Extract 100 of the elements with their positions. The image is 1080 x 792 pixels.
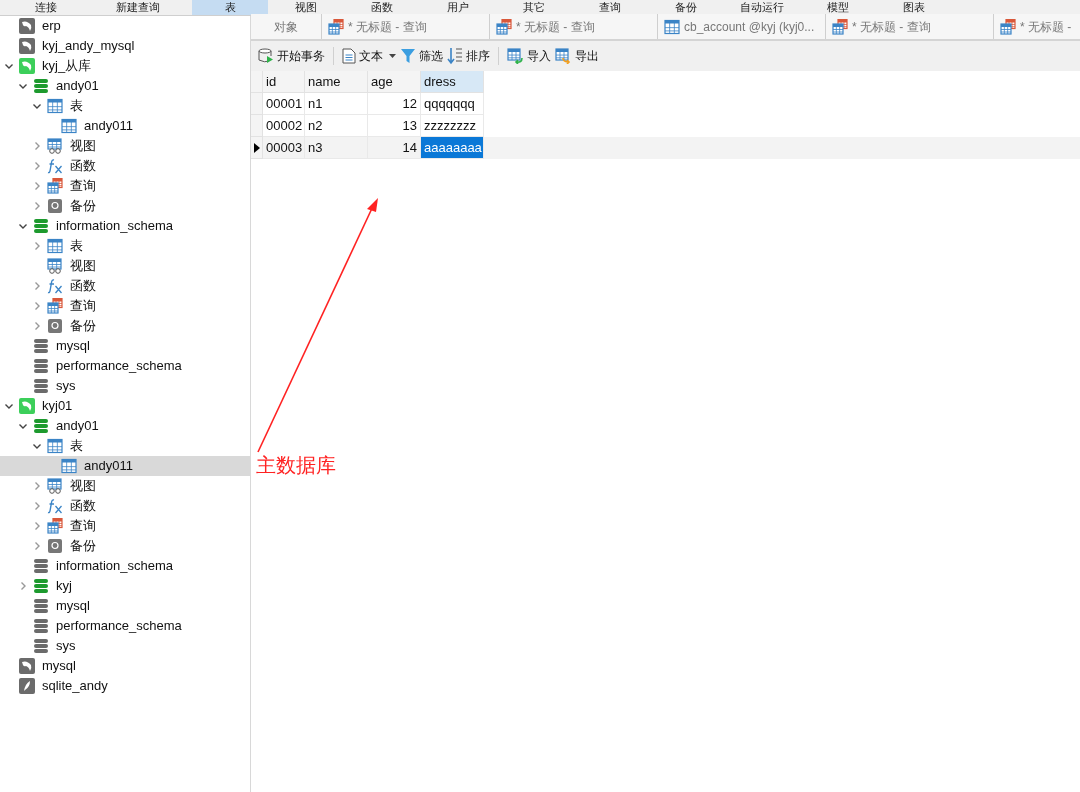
menu-tab[interactable]: 表	[192, 0, 268, 15]
chevron-down-icon[interactable]	[32, 441, 42, 451]
row-header-cell[interactable]	[251, 115, 263, 137]
view-icon	[47, 138, 63, 154]
toolbar-button[interactable]: 排序	[446, 45, 491, 67]
tree-item[interactable]: sys	[0, 376, 250, 396]
tree-item[interactable]: andy01	[0, 76, 250, 96]
backup-icon	[47, 198, 63, 214]
chevron-right-icon[interactable]	[32, 281, 42, 291]
tree-item[interactable]: andy011	[0, 116, 250, 136]
chevron-right-icon[interactable]	[32, 141, 42, 151]
tree-item[interactable]: andy01	[0, 416, 250, 436]
tree-item[interactable]: kyj_andy_mysql	[0, 36, 250, 56]
document-tab[interactable]: * 无标题 - 查询	[825, 14, 993, 39]
tree-item[interactable]: 视图	[0, 256, 250, 276]
document-tab[interactable]: 对象	[251, 14, 321, 39]
tree-item[interactable]: information_schema	[0, 556, 250, 576]
tree-item[interactable]: sqlite_andy	[0, 676, 250, 696]
document-tab[interactable]: cb_account @kyj (kyj0...	[657, 14, 825, 39]
menu-tab[interactable]: 模型	[800, 0, 876, 15]
chevron-right-icon[interactable]	[32, 301, 42, 311]
tree-item[interactable]: sys	[0, 636, 250, 656]
document-tab[interactable]: * 无标题 - 查询	[321, 14, 489, 39]
row-header-cell[interactable]	[251, 137, 263, 159]
tree-item[interactable]: 函数	[0, 276, 250, 296]
tree-item[interactable]: 表	[0, 436, 250, 456]
chevron-right-icon[interactable]	[32, 201, 42, 211]
table-icon	[47, 438, 63, 454]
tree-item[interactable]: mysql	[0, 336, 250, 356]
chevron-down-icon[interactable]	[4, 401, 14, 411]
toolbar-button[interactable]: 开始事务	[257, 45, 326, 67]
tree-item[interactable]: 表	[0, 96, 250, 116]
backup-icon	[47, 318, 63, 334]
sort-icon	[447, 47, 463, 65]
document-tab[interactable]: * 无标题 - 查询	[489, 14, 657, 39]
tree-item[interactable]: 视图	[0, 136, 250, 156]
row-header-cell[interactable]	[251, 93, 263, 115]
tree-item[interactable]: 查询	[0, 516, 250, 536]
tree-item[interactable]: 备份	[0, 536, 250, 556]
menu-tab[interactable]: 自动运行	[724, 0, 800, 15]
toolbar-button[interactable]: 导出	[554, 45, 600, 67]
tree-item[interactable]: information_schema	[0, 216, 250, 236]
menu-tab[interactable]: 备份	[648, 0, 724, 15]
view-icon	[47, 478, 63, 494]
column-header[interactable]: dress	[421, 71, 484, 93]
column-header[interactable]: name	[305, 71, 368, 93]
tree-item[interactable]: 视图	[0, 476, 250, 496]
column-header[interactable]: id	[263, 71, 305, 93]
chevron-down-icon[interactable]	[18, 421, 28, 431]
chevron-right-icon[interactable]	[32, 161, 42, 171]
tree-item[interactable]: kyj	[0, 576, 250, 596]
toolbar-button[interactable]: 导入	[506, 45, 552, 67]
menu-tab[interactable]: 用户	[420, 0, 496, 15]
column-header[interactable]: age	[368, 71, 421, 93]
tree-item[interactable]: performance_schema	[0, 616, 250, 636]
tree-item[interactable]: 备份	[0, 196, 250, 216]
tree-item[interactable]: 函数	[0, 156, 250, 176]
caret-icon	[389, 54, 396, 58]
chevron-right-icon[interactable]	[32, 241, 42, 251]
tree-item[interactable]: mysql	[0, 656, 250, 676]
table-icon	[61, 458, 77, 474]
query-icon	[832, 18, 848, 35]
query-icon	[47, 518, 63, 534]
menu-tab[interactable]: 查询	[572, 0, 648, 15]
tree-item[interactable]: 函数	[0, 496, 250, 516]
current-row-icon	[254, 142, 260, 153]
menu-tab[interactable]: 其它	[496, 0, 572, 15]
tree-item[interactable]: andy011	[0, 456, 250, 476]
tree-item[interactable]: 备份	[0, 316, 250, 336]
table-icon	[47, 98, 63, 114]
chevron-right-icon[interactable]	[32, 321, 42, 331]
document-tab[interactable]: * 无标题 -	[993, 14, 1074, 39]
backup-icon	[47, 538, 63, 554]
tree-item[interactable]: 表	[0, 236, 250, 256]
chevron-down-icon[interactable]	[4, 61, 14, 71]
chevron-right-icon[interactable]	[32, 541, 42, 551]
chevron-down-icon[interactable]	[32, 101, 42, 111]
chevron-down-icon[interactable]	[18, 221, 28, 231]
chevron-right-icon[interactable]	[32, 521, 42, 531]
chevron-right-icon[interactable]	[32, 501, 42, 511]
toolbar-button[interactable]: 筛选	[399, 45, 444, 67]
toolbar-button[interactable]: 文本	[341, 45, 397, 67]
menu-tab[interactable]: 连接	[0, 0, 92, 15]
tree-item[interactable]: performance_schema	[0, 356, 250, 376]
menu-tab[interactable]: 视图	[268, 0, 344, 15]
table-row[interactable]: 00003 n3 14 aaaaaaaa	[251, 137, 1080, 159]
tree-item[interactable]: erp	[0, 16, 250, 36]
chevron-right-icon[interactable]	[18, 581, 28, 591]
chevron-right-icon[interactable]	[32, 481, 42, 491]
tree-item[interactable]: mysql	[0, 596, 250, 616]
menu-tab[interactable]: 图表	[876, 0, 952, 15]
menu-tab[interactable]: 新建查询	[92, 0, 184, 15]
tree-item[interactable]: 查询	[0, 176, 250, 196]
tree-item[interactable]: kyj_从库	[0, 56, 250, 76]
function-icon	[47, 278, 63, 294]
chevron-right-icon[interactable]	[32, 181, 42, 191]
tree-item[interactable]: kyj01	[0, 396, 250, 416]
tree-item[interactable]: 查询	[0, 296, 250, 316]
menu-tab[interactable]: 函数	[344, 0, 420, 15]
chevron-down-icon[interactable]	[18, 81, 28, 91]
